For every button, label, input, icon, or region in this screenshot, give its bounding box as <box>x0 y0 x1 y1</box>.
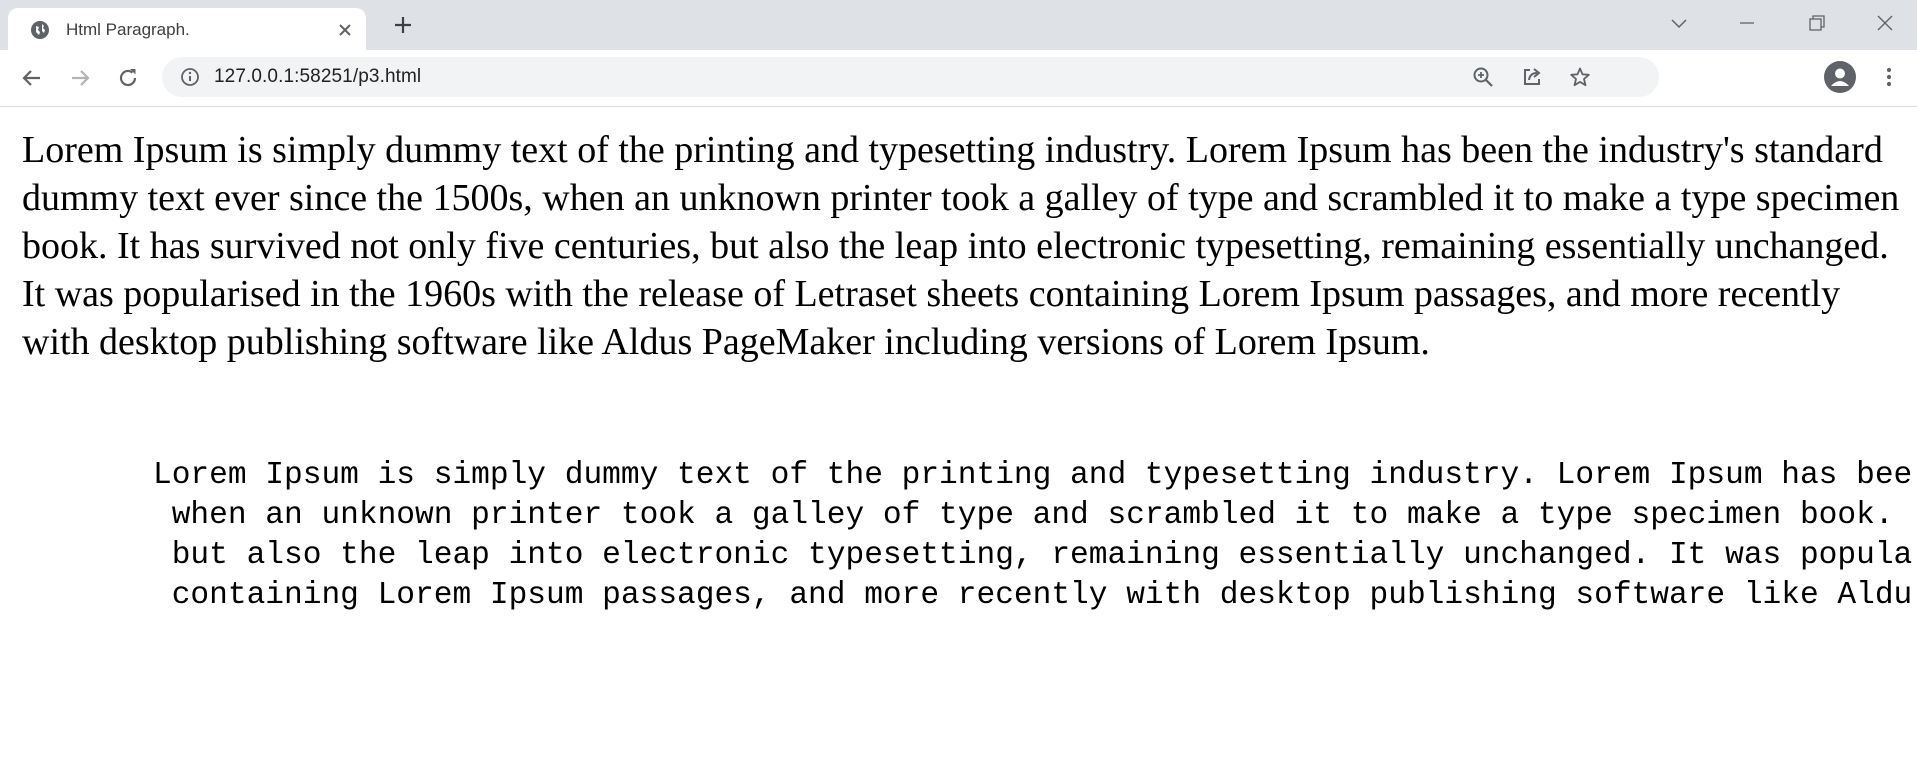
browser-tab[interactable]: Html Paragraph. <box>8 8 366 50</box>
share-icon[interactable] <box>1521 66 1543 88</box>
page-content: Lorem Ipsum is simply dummy text of the … <box>0 107 1917 775</box>
kebab-menu-icon[interactable] <box>1877 65 1901 89</box>
globe-icon <box>30 20 50 40</box>
paragraph-text: Lorem Ipsum is simply dummy text of the … <box>22 129 1900 363</box>
reload-icon[interactable] <box>116 66 140 90</box>
tab-close-icon[interactable] <box>335 20 355 40</box>
zoom-icon[interactable] <box>1472 66 1494 88</box>
address-bar[interactable]: 127.0.0.1:58251/p3.html <box>162 57 1659 97</box>
url-text[interactable]: 127.0.0.1:58251/p3.html <box>214 66 421 88</box>
back-arrow-icon[interactable] <box>20 66 44 90</box>
browser-toolbar: 127.0.0.1:58251/p3.html <box>0 50 1917 107</box>
close-icon[interactable] <box>1874 12 1896 34</box>
plus-icon[interactable] <box>392 14 414 36</box>
minimize-icon[interactable] <box>1736 12 1758 34</box>
preformatted-text: Lorem Ipsum is simply dummy text of the … <box>153 458 1913 613</box>
person-icon <box>1824 61 1856 93</box>
tab-title: Html Paragraph. <box>66 20 190 39</box>
profile-avatar[interactable] <box>1824 61 1856 93</box>
chevron-down-icon[interactable] <box>1668 12 1690 34</box>
restore-icon[interactable] <box>1806 12 1828 34</box>
info-icon[interactable] <box>180 67 200 87</box>
tab-strip: Html Paragraph. <box>0 0 1917 50</box>
forward-arrow-icon[interactable] <box>68 66 92 90</box>
star-icon[interactable] <box>1569 66 1591 88</box>
